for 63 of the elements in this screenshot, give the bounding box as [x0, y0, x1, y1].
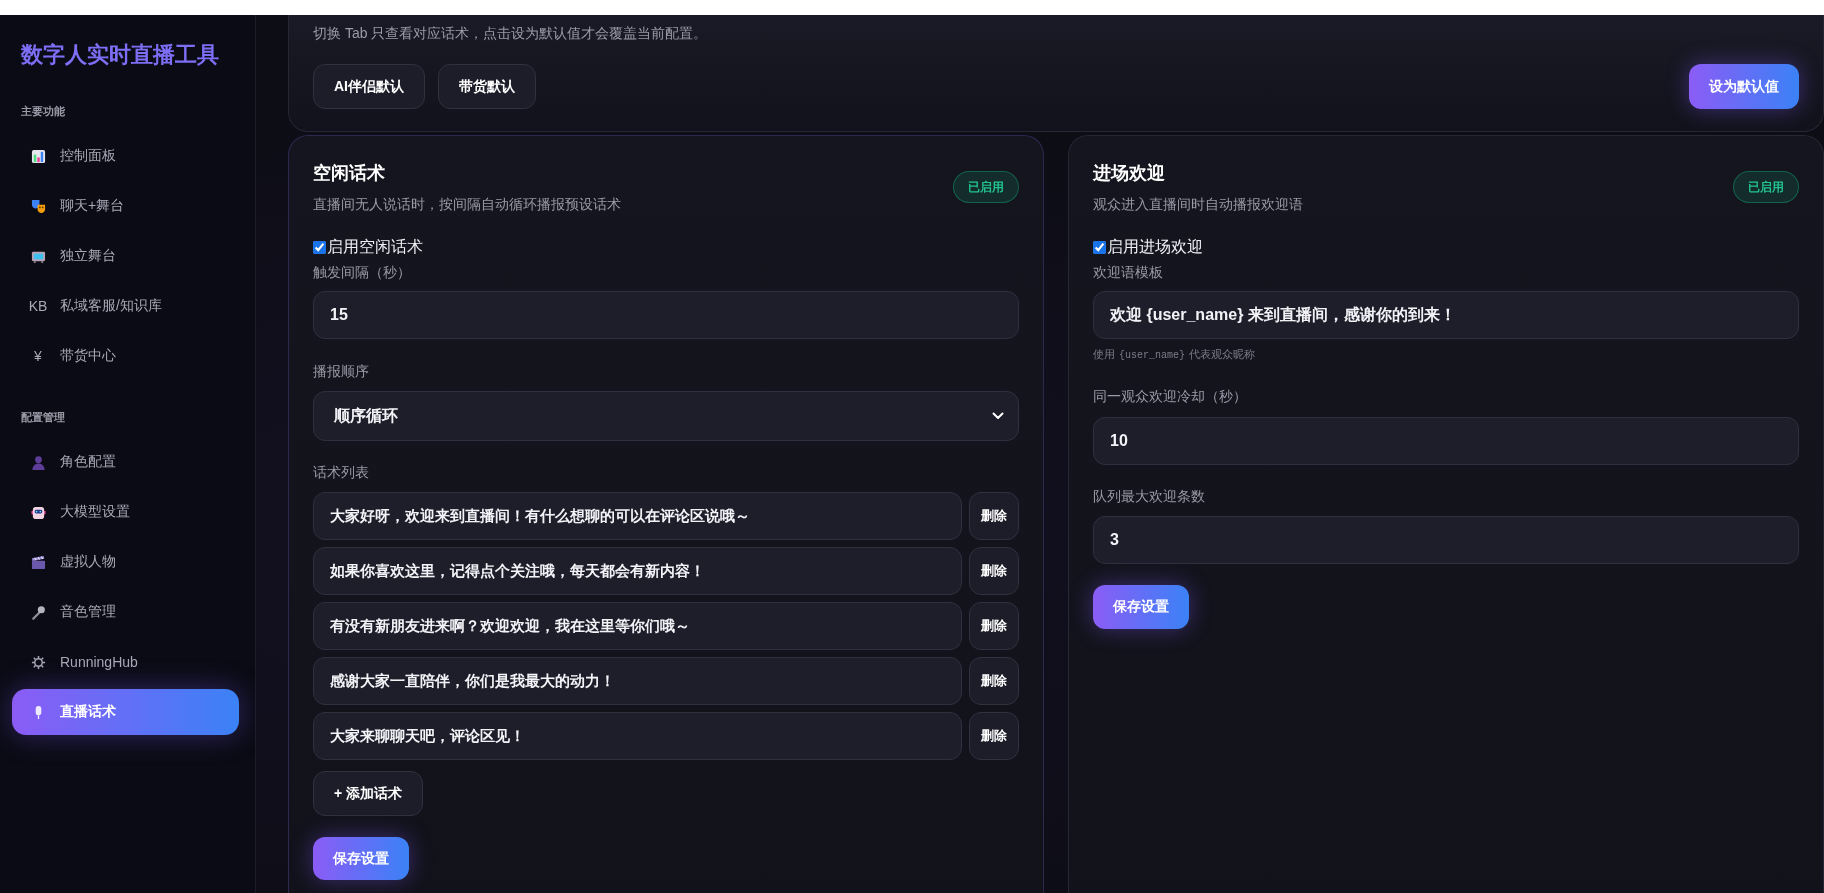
nav-glyph: KB — [28, 297, 48, 315]
nav-item[interactable]: ¥ 带货中心 — [12, 333, 239, 379]
clapperboard-icon — [30, 554, 46, 570]
field-label: 话术列表 — [313, 463, 370, 482]
script-input[interactable]: 如果你喜欢这里，记得点个关注哦，每天都会有新内容！ — [313, 547, 962, 595]
chevron-down-icon — [992, 412, 1004, 420]
set-default-button[interactable]: 设为默认值 — [1689, 64, 1799, 109]
delete-button[interactable]: 删除 — [969, 712, 1019, 760]
card-subtitle: 观众进入直播间时自动播报欢迎语 — [1093, 195, 1303, 214]
enable-checkbox[interactable] — [313, 240, 326, 254]
bar-chart-icon — [30, 148, 46, 164]
person-icon — [30, 454, 46, 470]
field-label: 同一观众欢迎冷却（秒） — [1093, 387, 1248, 406]
card-subtitle: 直播间无人说话时，按间隔自动循环播报预设话术 — [313, 195, 621, 214]
nav-item[interactable]: 独立舞台 — [12, 233, 239, 279]
delete-button[interactable]: 删除 — [969, 657, 1019, 705]
add-script-button[interactable]: + 添加话术 — [313, 771, 424, 816]
nav-item[interactable]: 虚拟人物 — [12, 539, 239, 585]
preset-button[interactable]: 带货默认 — [438, 64, 536, 109]
status-badge: 已启用 — [953, 171, 1019, 203]
section-heading: 配置管理 — [21, 410, 66, 425]
delete-button[interactable]: 删除 — [969, 547, 1019, 595]
nav-item[interactable]: 大模型设置 — [12, 489, 239, 535]
nav-item[interactable]: 音色管理 — [12, 589, 239, 635]
preset-button[interactable]: AI伴侣默认 — [313, 64, 425, 109]
nav-item[interactable]: 直播话术 — [12, 689, 239, 735]
script-input[interactable]: 大家来聊聊天吧，评论区见！ — [313, 712, 962, 760]
checkbox-label[interactable]: 启用空闲话术 — [327, 236, 423, 258]
note-text: 切换 Tab 只查看对应话术，点击设为默认值才会覆盖当前配置。 — [313, 24, 709, 43]
gear-icon — [30, 654, 46, 670]
hint-text: 使用 {user_name} 代表观众昵称 — [1093, 347, 1256, 363]
card-title: 空闲话术 — [313, 162, 386, 185]
template-input[interactable]: 欢迎 {user_name} 来到直播间，感谢你的到来！ — [1093, 291, 1799, 339]
nav-glyph: ¥ — [34, 347, 42, 365]
microphone-icon — [30, 604, 46, 620]
save-button[interactable]: 保存设置 — [313, 837, 409, 880]
checkbox-label[interactable]: 启用进场欢迎 — [1107, 236, 1203, 258]
order-select[interactable]: 顺序循环 — [313, 391, 1019, 441]
script-input[interactable]: 感谢大家一直陪伴，你们是我最大的动力！ — [313, 657, 962, 705]
field-label: 队列最大欢迎条数 — [1093, 487, 1206, 506]
app-title: 数字人实时直播工具 — [21, 41, 220, 69]
theater-masks-icon — [30, 198, 46, 214]
delete-button[interactable]: 删除 — [969, 492, 1019, 540]
script-input[interactable]: 大家好呀，欢迎来到直播间！有什么想聊的可以在评论区说哦～ — [313, 492, 962, 540]
status-badge: 已启用 — [1733, 171, 1799, 203]
interval-input[interactable]: 15 — [313, 291, 1019, 339]
card-title: 进场欢迎 — [1093, 162, 1166, 185]
field-label: 触发间隔（秒） — [313, 263, 412, 282]
section-heading: 主要功能 — [21, 104, 66, 119]
field-label: 欢迎语模板 — [1093, 263, 1164, 282]
nav-item[interactable]: RunningHub — [12, 639, 239, 685]
cooldown-input[interactable]: 10 — [1093, 417, 1799, 465]
nav-item[interactable]: 控制面板 — [12, 133, 239, 179]
script-input[interactable]: 有没有新朋友进来啊？欢迎欢迎，我在这里等你们哦～ — [313, 602, 962, 650]
queue-input[interactable]: 3 — [1093, 516, 1799, 564]
nav-item[interactable]: 角色配置 — [12, 439, 239, 485]
field-label: 播报顺序 — [313, 362, 370, 381]
robot-icon — [30, 504, 46, 520]
enable-checkbox[interactable] — [1093, 240, 1106, 254]
nav-item[interactable]: 聊天+舞台 — [12, 183, 239, 229]
delete-button[interactable]: 删除 — [969, 602, 1019, 650]
save-button[interactable]: 保存设置 — [1093, 585, 1189, 629]
nav-item[interactable]: KB 私域客服/知识库 — [12, 283, 239, 329]
